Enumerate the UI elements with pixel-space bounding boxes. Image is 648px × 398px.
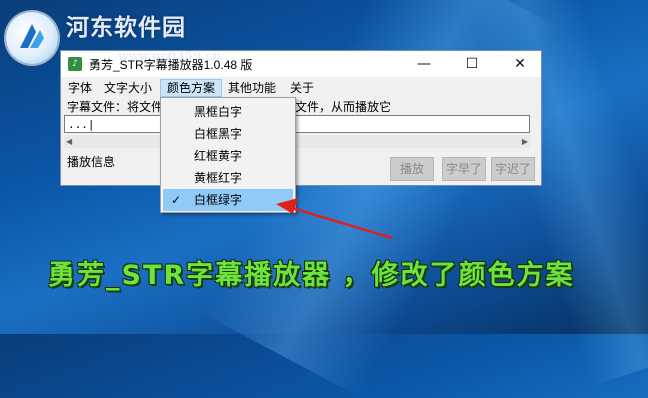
caption-text: 勇芳_STR字幕播放器 ，修改了颜色方案 <box>48 260 575 291</box>
window-title: 勇芳_STR字幕播放器1.0.48 版 <box>89 58 253 72</box>
